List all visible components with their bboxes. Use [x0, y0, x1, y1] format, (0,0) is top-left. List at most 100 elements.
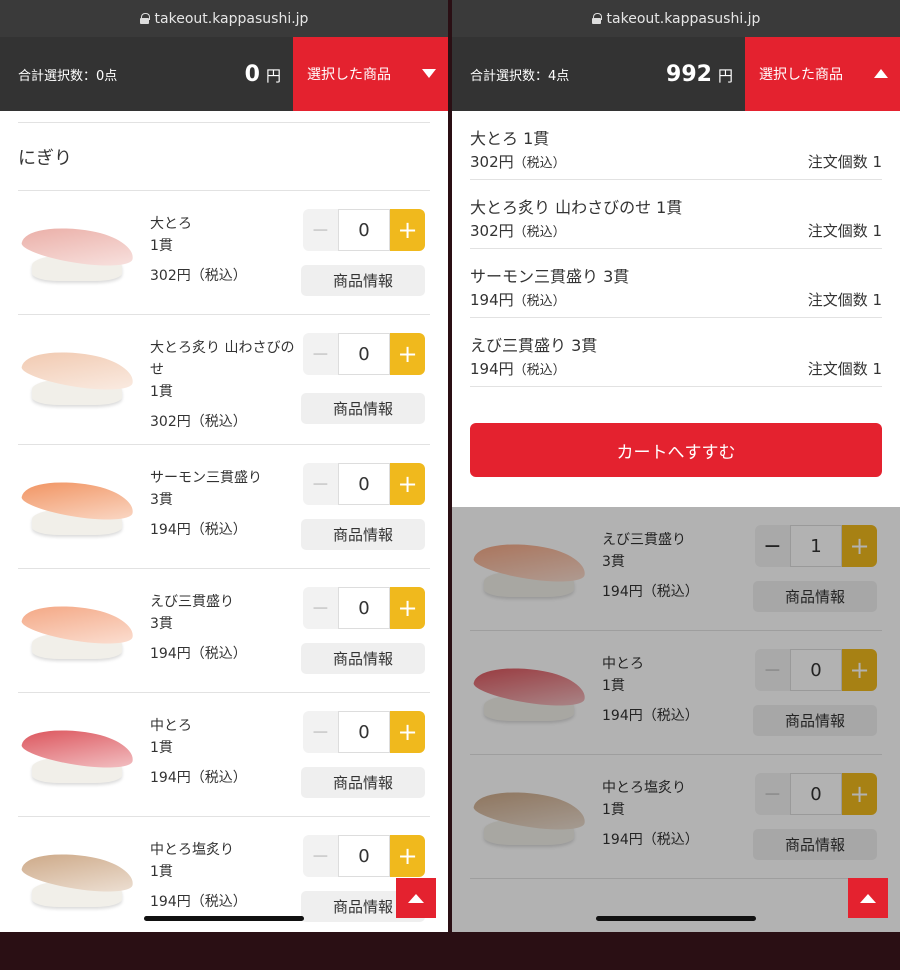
menu-item: サーモン三貫盛り 3貫 194円（税込） − 0 + 商品情報	[18, 445, 430, 569]
scroll-to-top-button[interactable]	[396, 878, 436, 918]
menu-item: えび三貫盛り 3貫 194円（税込） − 0 + 商品情報	[18, 569, 430, 693]
sushi-image	[19, 219, 137, 283]
increase-button[interactable]: +	[390, 835, 425, 877]
order-summary-bar: 合計選択数：4点 992 円 選択した商品	[452, 37, 900, 111]
sushi-image	[19, 845, 137, 909]
tax-label: （税込）	[513, 363, 566, 378]
url-bar[interactable]: takeout.kappasushi.jp	[0, 0, 448, 37]
sushi-image	[19, 721, 137, 785]
item-price: 194円（税込）	[150, 770, 247, 786]
lock-icon	[139, 13, 150, 24]
increase-button[interactable]: +	[390, 587, 425, 629]
product-info-button[interactable]: 商品情報	[301, 519, 425, 550]
quantity-field[interactable]: 0	[338, 587, 390, 629]
increase-button[interactable]: +	[390, 711, 425, 753]
chevron-up-icon	[874, 69, 888, 78]
tax-label: （税込）	[513, 294, 566, 309]
quantity-field[interactable]: 0	[338, 711, 390, 753]
item-price: 302円（税込）	[150, 268, 247, 284]
increase-button[interactable]: +	[390, 463, 425, 505]
increase-button[interactable]: +	[390, 209, 425, 251]
url-bar[interactable]: takeout.kappasushi.jp	[452, 0, 900, 37]
decrease-button[interactable]: −	[303, 463, 338, 505]
selected-item: サーモン三貫盛り 3貫 194円（税込） 注文個数 1	[470, 249, 882, 318]
scroll-to-top-button[interactable]	[848, 878, 888, 918]
selected-items-label: 選択した商品	[307, 67, 391, 83]
category-heading: にぎり	[18, 123, 430, 191]
item-info: えび三貫盛り 3貫 194円（税込）	[150, 591, 300, 665]
selected-item-name: 大とろ炙り 山わさびのせ 1貫	[470, 198, 683, 217]
selected-items-toggle[interactable]: 選択した商品	[745, 37, 900, 111]
selected-item-price: 194円（税込）	[470, 289, 566, 310]
quantity-field[interactable]: 0	[338, 209, 390, 251]
decrease-button[interactable]: −	[303, 587, 338, 629]
product-info-button[interactable]: 商品情報	[301, 393, 425, 424]
menu-item: 大とろ炙り 山わさびのせ 1貫 302円（税込） − 0 + 商品情報	[18, 315, 430, 445]
selected-item: 大とろ炙り 山わさびのせ 1貫 302円（税込） 注文個数 1	[470, 180, 882, 249]
selected-item-name: えび三貫盛り 3貫	[470, 336, 598, 355]
decrease-button[interactable]: −	[303, 333, 338, 375]
quantity-stepper: − 0 +	[303, 835, 425, 877]
decrease-button[interactable]: −	[303, 711, 338, 753]
item-info: 大とろ炙り 山わさびのせ 1貫 302円（税込）	[150, 337, 300, 433]
overlay-dim[interactable]	[452, 507, 900, 932]
proceed-to-cart-button[interactable]: カートへすすむ	[470, 423, 882, 477]
chevron-down-icon	[422, 69, 436, 78]
product-info-button[interactable]: 商品情報	[301, 767, 425, 798]
increase-button[interactable]: +	[390, 333, 425, 375]
item-info: サーモン三貫盛り 3貫 194円（税込）	[150, 467, 300, 541]
selected-item: 大とろ 1貫 302円（税込） 注文個数 1	[470, 111, 882, 180]
product-info-button[interactable]: 商品情報	[301, 643, 425, 674]
total-price: 0 円	[245, 62, 281, 87]
quantity-field[interactable]: 0	[338, 835, 390, 877]
order-quantity: 注文個数 1	[807, 291, 882, 309]
right-screen: takeout.kappasushi.jp 合計選択数：4点 992 円 選択し…	[452, 0, 900, 932]
decrease-button[interactable]: −	[303, 835, 338, 877]
selected-items-toggle[interactable]: 選択した商品	[293, 37, 448, 111]
order-quantity: 注文個数 1	[807, 360, 882, 378]
arrow-up-icon	[860, 893, 876, 903]
menu-list: にぎり 大とろ 1貫 302円（税込） − 0 + 商品情報 大とろ炙り 山わさ…	[0, 111, 448, 932]
quantity-stepper: − 0 +	[303, 711, 425, 753]
item-price: 302円（税込）	[150, 414, 247, 430]
quantity-field[interactable]: 0	[338, 333, 390, 375]
product-info-button[interactable]: 商品情報	[301, 265, 425, 296]
home-indicator	[596, 916, 756, 921]
item-name: 中とろ	[150, 718, 192, 734]
selected-item-price: 302円（税込）	[470, 220, 566, 241]
order-quantity: 注文個数 1	[807, 222, 882, 240]
total-price: 992 円	[666, 62, 733, 87]
home-indicator	[144, 916, 304, 921]
selected-item-price-value: 302円	[470, 153, 514, 171]
yen-unit: 円	[717, 66, 733, 85]
item-name: サーモン三貫盛り	[150, 470, 262, 486]
divider	[18, 111, 430, 123]
selected-items-label: 選択した商品	[759, 67, 843, 83]
url-text: takeout.kappasushi.jp	[154, 10, 309, 27]
quantity-field[interactable]: 0	[338, 463, 390, 505]
item-name: 大とろ炙り 山わさびのせ	[150, 340, 295, 378]
tax-label: （税込）	[513, 156, 566, 171]
sushi-image	[19, 597, 137, 661]
left-screen: takeout.kappasushi.jp 合計選択数：0点 0 円 選択した商…	[0, 0, 448, 932]
selected-item: えび三貫盛り 3貫 194円（税込） 注文個数 1	[470, 318, 882, 387]
selected-item-price: 302円（税込）	[470, 151, 566, 172]
selected-item-price-value: 302円	[470, 222, 514, 240]
decrease-button[interactable]: −	[303, 209, 338, 251]
item-price: 194円（税込）	[150, 646, 247, 662]
item-pieces: 3貫	[150, 616, 173, 632]
item-name: 大とろ	[150, 216, 192, 232]
quantity-stepper: − 0 +	[303, 333, 425, 375]
quantity-stepper: − 0 +	[303, 463, 425, 505]
selection-count: 合計選択数：0点	[18, 68, 118, 84]
arrow-up-icon	[408, 893, 424, 903]
order-quantity: 注文個数 1	[807, 153, 882, 171]
sushi-image	[19, 343, 137, 407]
item-pieces: 3貫	[150, 492, 173, 508]
menu-item: 中とろ 1貫 194円（税込） − 0 + 商品情報	[18, 693, 430, 817]
lock-icon	[591, 13, 602, 24]
item-pieces: 1貫	[150, 740, 173, 756]
selection-count: 合計選択数：4点	[470, 68, 570, 84]
selected-item-name: サーモン三貫盛り 3貫	[470, 267, 630, 286]
selected-items-dropdown: 大とろ 1貫 302円（税込） 注文個数 1 大とろ炙り 山わさびのせ 1貫 3…	[452, 111, 900, 507]
